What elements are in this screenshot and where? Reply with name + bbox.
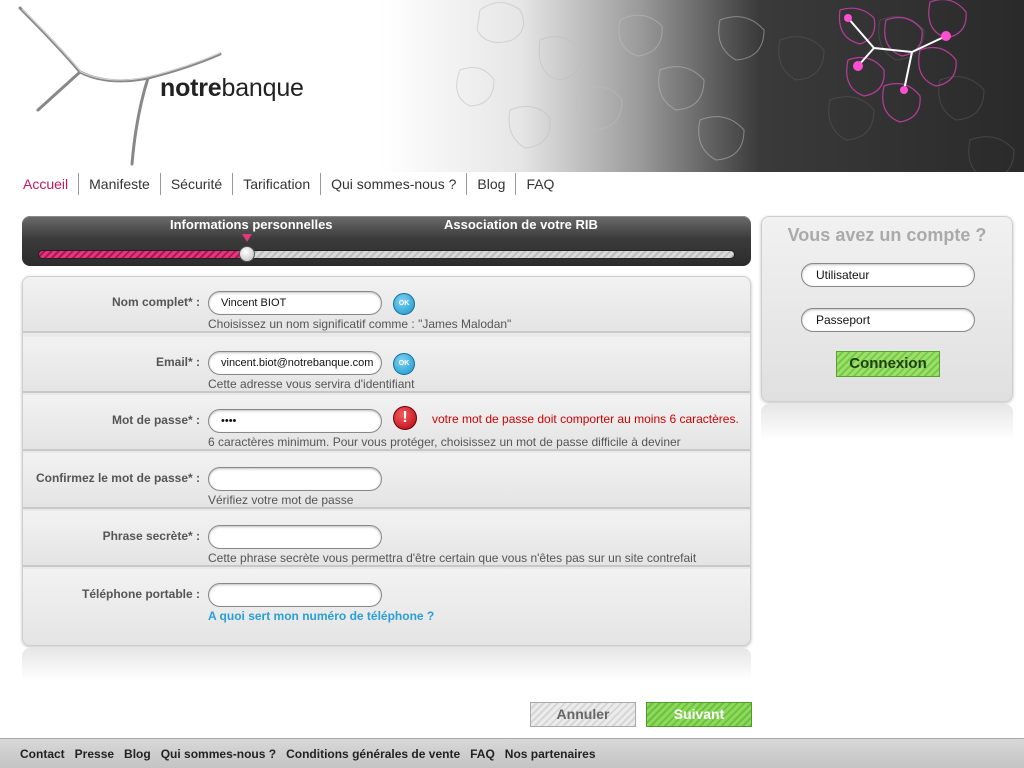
progress-marker-icon: [242, 234, 252, 242]
logo-wordmark: notrebanque: [160, 74, 304, 103]
username-input[interactable]: Utilisateur: [801, 263, 975, 287]
registration-progress: Informations personnelles Association de…: [22, 216, 751, 266]
nav-item-blog[interactable]: Blog: [467, 173, 517, 195]
footer-bar: Contact Presse Blog Qui sommes-nous ? Co…: [0, 738, 1024, 768]
footer-link-partenaires[interactable]: Nos partenaires: [500, 747, 601, 761]
header-banner: notrebanque: [0, 0, 1024, 172]
confirm-password-label: Confirmez le mot de passe* :: [35, 471, 200, 485]
full-name-input[interactable]: Vincent BIOT: [208, 291, 382, 315]
login-button[interactable]: Connexion: [836, 351, 940, 377]
email-input[interactable]: vincent.biot@notrebanque.com: [208, 351, 382, 375]
nav-item-tarification[interactable]: Tarification: [233, 173, 322, 195]
password-help: 6 caractères minimum. Pour vous protéger…: [208, 435, 681, 449]
nav-item-accueil[interactable]: Accueil: [20, 173, 80, 195]
secret-phrase-label: Phrase secrète* :: [102, 529, 200, 543]
mobile-phone-input[interactable]: [208, 583, 382, 607]
secret-phrase-input[interactable]: [208, 525, 382, 549]
progress-knob: [239, 246, 255, 262]
full-name-help: Choisissez un nom significatif comme : "…: [208, 317, 512, 331]
form-reflection: [22, 648, 751, 684]
error-alert-icon: !: [393, 406, 417, 430]
form-row-secret-phrase: Phrase secrète* : Cette phrase secrète v…: [23, 511, 750, 567]
form-row-mobile-phone: Téléphone portable : A quoi sert mon num…: [23, 569, 750, 645]
password-input[interactable]: ••••: [208, 409, 382, 433]
footer-link-cgv[interactable]: Conditions générales de vente: [281, 747, 465, 761]
phone-purpose-link[interactable]: A quoi sert mon numéro de téléphone ?: [208, 609, 434, 623]
password-label: Mot de passe* :: [111, 413, 200, 427]
progress-fill: [38, 250, 247, 259]
main-navigation: Accueil Manifeste Sécurité Tarification …: [20, 172, 564, 196]
login-title: Vous avez un compte ?: [787, 225, 987, 245]
ok-check-icon: OK: [393, 353, 415, 375]
login-reflection: [761, 404, 1013, 444]
confirm-password-input[interactable]: [208, 467, 382, 491]
mobile-phone-label: Téléphone portable :: [81, 587, 200, 601]
registration-form: Nom complet* : Vincent BIOT OK Choisisse…: [22, 276, 751, 646]
nav-item-securite[interactable]: Sécurité: [161, 173, 234, 195]
footer-link-presse[interactable]: Presse: [70, 747, 119, 761]
cancel-button[interactable]: Annuler: [530, 702, 636, 727]
form-row-full-name: Nom complet* : Vincent BIOT OK Choisisse…: [23, 277, 750, 333]
nav-item-qui-sommes-nous[interactable]: Qui sommes-nous ?: [321, 173, 468, 195]
logo-bold: notre: [160, 74, 222, 102]
email-label: Email* :: [155, 355, 200, 369]
step-rib-association: Association de votre RIB: [444, 217, 598, 232]
full-name-label: Nom complet* :: [111, 295, 200, 309]
footer-link-blog[interactable]: Blog: [119, 747, 156, 761]
confirm-password-help: Vérifiez votre mot de passe: [208, 493, 354, 507]
next-button[interactable]: Suivant: [646, 702, 752, 727]
network-art-decoration: [838, 0, 967, 123]
email-help: Cette adresse vous servira d'identifiant: [208, 377, 415, 391]
login-panel: Vous avez un compte ? Utilisateur Passep…: [761, 216, 1013, 402]
password-error-message: votre mot de passe doit comporter au moi…: [432, 412, 739, 426]
form-row-confirm-password: Confirmez le mot de passe* : Vérifiez vo…: [23, 453, 750, 509]
form-row-email: Email* : vincent.biot@notrebanque.com OK…: [23, 337, 750, 393]
footer-link-qui-sommes-nous[interactable]: Qui sommes-nous ?: [156, 747, 281, 761]
step-personal-info: Informations personnelles: [170, 217, 333, 232]
footer-link-faq[interactable]: FAQ: [465, 747, 500, 761]
nav-item-faq[interactable]: FAQ: [516, 173, 564, 195]
ok-check-icon: OK: [393, 293, 415, 315]
nav-item-manifeste[interactable]: Manifeste: [79, 173, 161, 195]
logo-regular: banque: [221, 74, 304, 102]
password-login-input[interactable]: Passeport: [801, 308, 975, 332]
secret-phrase-help: Cette phrase secrète vous permettra d'êt…: [208, 551, 697, 565]
footer-link-contact[interactable]: Contact: [15, 747, 70, 761]
